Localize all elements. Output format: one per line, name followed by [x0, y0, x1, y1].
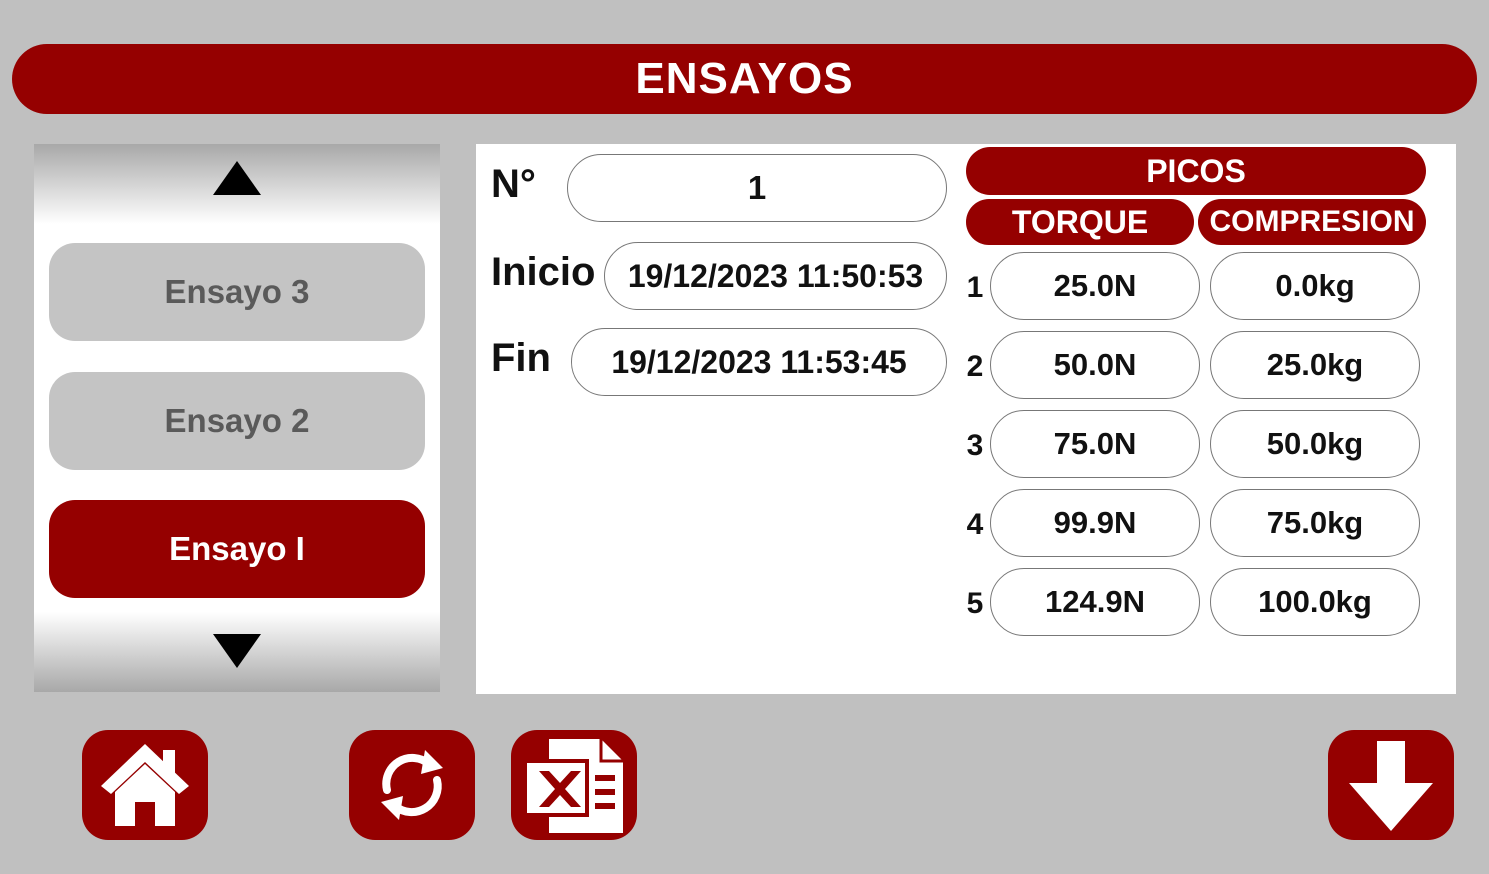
- number-field: 1: [567, 154, 947, 222]
- torque-value: 50.0N: [990, 331, 1200, 399]
- start-time-field: 19/12/2023 11:50:53: [604, 242, 947, 310]
- list-item-ensayo-3[interactable]: Ensayo 3: [49, 243, 425, 341]
- torque-value: 75.0N: [990, 410, 1200, 478]
- torque-value: 99.9N: [990, 489, 1200, 557]
- row-number: 2: [966, 350, 984, 383]
- compression-value: 0.0kg: [1210, 252, 1420, 320]
- compression-value: 75.0kg: [1210, 489, 1420, 557]
- home-button[interactable]: [82, 730, 208, 840]
- list-item-label: Ensayo 3: [164, 273, 310, 310]
- row-number: 4: [966, 508, 984, 541]
- end-label: Fin: [491, 336, 551, 380]
- scroll-up-icon[interactable]: [213, 161, 261, 195]
- ensayo-list: Ensayo 3 Ensayo 2 Ensayo I: [34, 144, 440, 692]
- list-item-ensayo-2[interactable]: Ensayo 2: [49, 372, 425, 470]
- refresh-icon: [381, 750, 443, 820]
- row-number: 3: [966, 429, 984, 462]
- start-label: Inicio: [491, 250, 596, 294]
- download-button[interactable]: [1328, 730, 1454, 840]
- torque-value: 124.9N: [990, 568, 1200, 636]
- excel-icon: [523, 739, 623, 833]
- torque-column-header: TORQUE: [966, 199, 1194, 245]
- compression-value: 50.0kg: [1210, 410, 1420, 478]
- end-time-field: 19/12/2023 11:53:45: [571, 328, 947, 396]
- row-number: 5: [966, 587, 984, 620]
- download-icon: [1349, 741, 1433, 831]
- compression-column-header: COMPRESION: [1198, 199, 1426, 245]
- number-label: N°: [491, 162, 536, 206]
- compression-value: 25.0kg: [1210, 331, 1420, 399]
- list-item-label: Ensayo 2: [164, 402, 310, 439]
- export-excel-button[interactable]: [511, 730, 637, 840]
- peaks-header: PICOS: [966, 147, 1426, 195]
- torque-value: 25.0N: [990, 252, 1200, 320]
- list-item-label: Ensayo I: [169, 530, 305, 567]
- detail-panel: N° 1 Inicio 19/12/2023 11:50:53 Fin 19/1…: [476, 144, 1456, 694]
- compression-value: 100.0kg: [1210, 568, 1420, 636]
- scroll-down-icon[interactable]: [213, 634, 261, 668]
- row-number: 1: [966, 271, 984, 304]
- refresh-button[interactable]: [349, 730, 475, 840]
- list-item-ensayo-1[interactable]: Ensayo I: [49, 500, 425, 598]
- home-icon: [101, 744, 189, 826]
- page-title: ENSAYOS: [12, 44, 1477, 114]
